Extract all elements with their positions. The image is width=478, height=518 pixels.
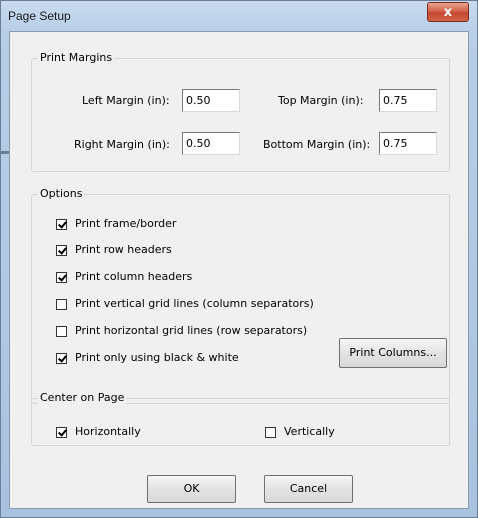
center-vertically-label: Vertically <box>284 425 335 438</box>
window-edge-mark <box>1 151 9 154</box>
print-row-headers-checkbox[interactable] <box>56 244 67 256</box>
options-legend: Options <box>38 187 85 201</box>
top-margin-label: Top Margin (in): <box>278 94 364 107</box>
right-margin-input[interactable]: 0.50 <box>182 132 240 155</box>
title-bar[interactable]: Page Setup x <box>1 1 477 31</box>
top-margin-input[interactable]: 0.75 <box>379 89 437 112</box>
option-print-black-white[interactable]: Print only using black & white <box>56 350 239 366</box>
print-horizontal-grid-lines-checkbox[interactable] <box>56 325 67 337</box>
option-print-frame-border[interactable]: Print frame/border <box>56 216 176 232</box>
print-black-white-checkbox[interactable] <box>56 352 67 364</box>
print-row-headers-label: Print row headers <box>75 243 172 256</box>
option-print-horizontal-grid-lines[interactable]: Print horizontal grid lines (row separat… <box>56 323 307 339</box>
print-black-white-label: Print only using black & white <box>75 351 239 364</box>
dialog-client-area: Print Margins Left Margin (in): 0.50 Top… <box>9 31 469 509</box>
right-margin-label: Right Margin (in): <box>74 138 170 151</box>
center-horizontally-label: Horizontally <box>75 425 141 438</box>
window-title: Page Setup <box>8 9 71 23</box>
print-frame-border-label: Print frame/border <box>75 217 177 230</box>
bottom-margin-label: Bottom Margin (in): <box>263 138 371 151</box>
left-margin-label: Left Margin (in): <box>82 94 170 107</box>
bottom-margin-input[interactable]: 0.75 <box>379 132 437 155</box>
left-margin-input[interactable]: 0.50 <box>182 89 240 112</box>
center-horizontally-checkbox[interactable] <box>56 426 67 438</box>
print-margins-legend: Print Margins <box>38 51 115 65</box>
print-column-headers-checkbox[interactable] <box>56 271 67 283</box>
print-vertical-grid-lines-label: Print vertical grid lines (column separa… <box>75 297 314 310</box>
close-button[interactable]: x <box>427 2 469 22</box>
print-columns-button[interactable]: Print Columns... <box>339 338 447 368</box>
print-frame-border-checkbox[interactable] <box>56 218 67 230</box>
ok-button[interactable]: OK <box>147 475 236 503</box>
close-icon: x <box>443 5 453 20</box>
option-print-column-headers[interactable]: Print column headers <box>56 269 192 285</box>
page-setup-window: Page Setup x Print Margins Left Margin (… <box>0 0 478 518</box>
option-print-row-headers[interactable]: Print row headers <box>56 242 172 258</box>
center-on-page-legend: Center on Page <box>38 391 127 405</box>
print-vertical-grid-lines-checkbox[interactable] <box>56 298 67 310</box>
cancel-button[interactable]: Cancel <box>264 475 353 503</box>
option-print-vertical-grid-lines[interactable]: Print vertical grid lines (column separa… <box>56 296 314 312</box>
option-center-vertically[interactable]: Vertically <box>265 424 335 440</box>
option-center-horizontally[interactable]: Horizontally <box>56 424 141 440</box>
print-horizontal-grid-lines-label: Print horizontal grid lines (row separat… <box>75 324 308 337</box>
center-vertically-checkbox[interactable] <box>265 426 276 438</box>
print-column-headers-label: Print column headers <box>75 270 193 283</box>
